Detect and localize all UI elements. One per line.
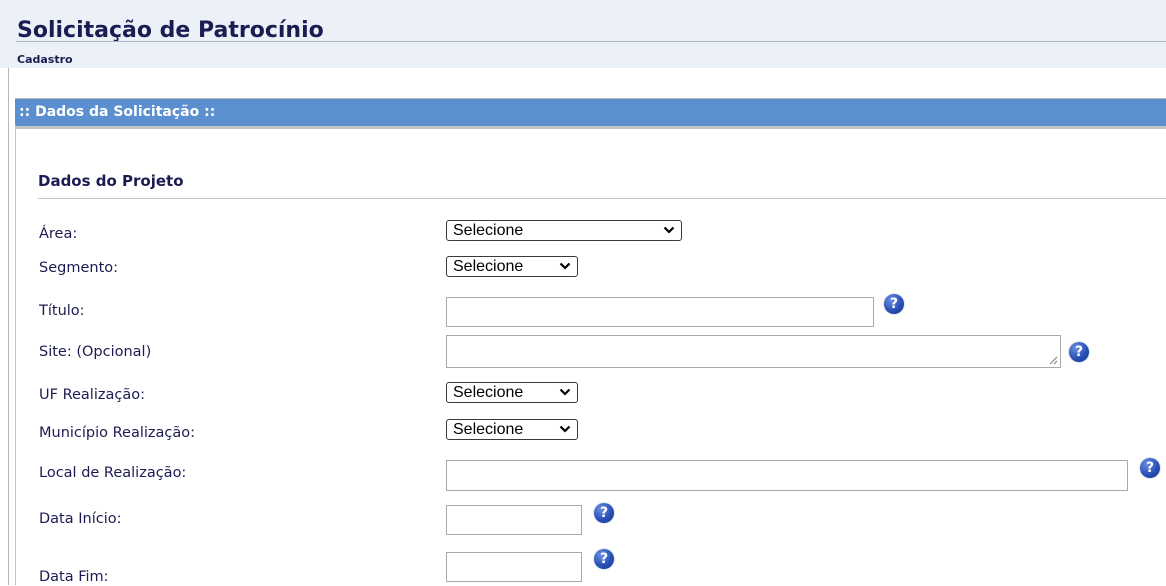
titulo-input[interactable] bbox=[446, 297, 874, 327]
municipio-label: Município Realização: bbox=[39, 425, 196, 441]
chevron-down-icon bbox=[559, 262, 571, 270]
data-inicio-label: Data Início: bbox=[39, 511, 122, 527]
municipio-select-value: Selecione bbox=[453, 421, 524, 438]
site-textarea[interactable] bbox=[446, 335, 1061, 368]
segmento-label: Segmento: bbox=[39, 260, 119, 276]
group-title: Dados do Projeto bbox=[38, 172, 184, 190]
section-header: :: Dados da Solicitação :: bbox=[15, 98, 1166, 129]
area-select[interactable]: Selecione bbox=[446, 220, 682, 241]
titulo-label: Título: bbox=[39, 303, 85, 319]
help-icon[interactable]: ? bbox=[884, 294, 904, 314]
page-header: Solicitação de Patrocínio Cadastro bbox=[0, 0, 1166, 68]
section-left-border bbox=[15, 125, 16, 585]
municipio-select[interactable]: Selecione bbox=[446, 419, 578, 440]
data-inicio-input[interactable] bbox=[446, 505, 582, 535]
local-label: Local de Realização: bbox=[39, 465, 187, 481]
site-label: Site: (Opcional) bbox=[39, 344, 152, 360]
uf-select[interactable]: Selecione bbox=[446, 382, 578, 403]
help-icon[interactable]: ? bbox=[594, 503, 614, 523]
site-field bbox=[446, 335, 1061, 368]
uf-select-value: Selecione bbox=[453, 384, 524, 401]
header-divider bbox=[16, 41, 1166, 42]
page-subtitle: Cadastro bbox=[17, 53, 73, 66]
section-title: :: Dados da Solicitação :: bbox=[19, 104, 216, 120]
area-label: Área: bbox=[39, 226, 78, 242]
local-input[interactable] bbox=[446, 460, 1128, 491]
chevron-down-icon bbox=[663, 226, 675, 234]
data-fim-label: Data Fim: bbox=[39, 569, 109, 585]
segmento-select[interactable]: Selecione bbox=[446, 256, 578, 277]
group-divider bbox=[38, 198, 1166, 199]
segmento-select-value: Selecione bbox=[453, 258, 524, 275]
uf-label: UF Realização: bbox=[39, 387, 145, 403]
help-icon[interactable]: ? bbox=[594, 549, 614, 569]
resize-grip-icon[interactable] bbox=[1049, 356, 1058, 365]
chevron-down-icon bbox=[559, 388, 571, 396]
help-icon[interactable]: ? bbox=[1069, 342, 1089, 362]
help-icon[interactable]: ? bbox=[1140, 458, 1160, 478]
chevron-down-icon bbox=[559, 425, 571, 433]
area-select-value: Selecione bbox=[453, 222, 524, 239]
data-fim-input[interactable] bbox=[446, 552, 582, 582]
